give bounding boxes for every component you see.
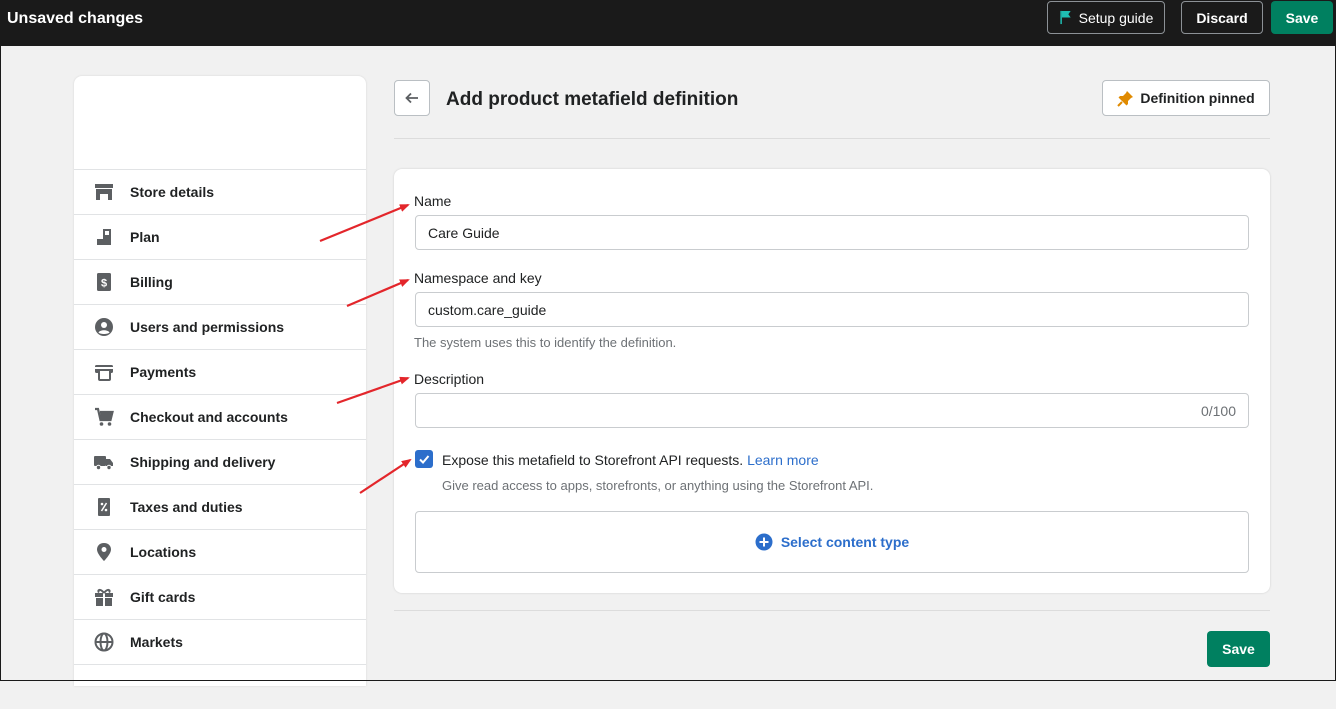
sidebar-item-store-details[interactable]: Store details xyxy=(74,169,366,214)
expose-storefront-checkbox[interactable] xyxy=(415,450,433,468)
sidebar-item-markets[interactable]: Markets xyxy=(74,619,366,664)
description-input[interactable]: 0/100 xyxy=(415,393,1249,428)
name-label: Name xyxy=(414,193,452,209)
discard-button[interactable]: Discard xyxy=(1181,1,1263,34)
sidebar-item-label: Users and permissions xyxy=(130,319,285,335)
name-input[interactable]: Care Guide xyxy=(415,215,1249,250)
billing-icon: $ xyxy=(97,273,111,291)
top-bar: Unsaved changes Setup guide Discard Save xyxy=(0,0,1336,46)
arrow-left-icon xyxy=(405,92,418,104)
plus-circle-icon xyxy=(755,533,773,551)
sidebar-item-plan[interactable]: Plan xyxy=(74,214,366,259)
unsaved-changes-title: Unsaved changes xyxy=(7,10,144,27)
namespace-key-input[interactable]: custom.care_guide xyxy=(415,292,1249,327)
checkmark-icon xyxy=(419,455,430,464)
plan-icon xyxy=(97,229,111,245)
gift-icon xyxy=(95,588,113,606)
user-icon xyxy=(95,318,113,336)
definition-pinned-button[interactable]: Definition pinned xyxy=(1102,80,1270,116)
store-icon xyxy=(95,184,113,200)
location-icon xyxy=(97,543,111,561)
namespace-label: Namespace and key xyxy=(414,270,542,286)
sidebar-item-label: Billing xyxy=(130,274,173,290)
save-button-bottom[interactable]: Save xyxy=(1207,631,1270,667)
definition-pinned-label: Definition pinned xyxy=(1140,90,1255,106)
flag-icon xyxy=(1060,10,1071,25)
description-counter: 0/100 xyxy=(1200,402,1236,419)
learn-more-link[interactable]: Learn more xyxy=(747,452,819,468)
svg-text:$: $ xyxy=(101,278,107,290)
namespace-input-value: custom.care_guide xyxy=(428,301,547,318)
expose-storefront-text: Expose this metafield to Storefront API … xyxy=(442,452,819,468)
tax-icon xyxy=(98,498,110,516)
select-content-type-button[interactable]: Select content type xyxy=(415,511,1249,573)
save-button-top[interactable]: Save xyxy=(1271,1,1333,34)
payments-icon xyxy=(95,365,113,381)
sidebar-item-billing[interactable]: $ Billing xyxy=(74,259,366,304)
globe-icon xyxy=(94,632,114,652)
sidebar-item-locations[interactable]: Locations xyxy=(74,529,366,574)
page-title: Add product metafield definition xyxy=(446,89,739,110)
sidebar-item-label: Store details xyxy=(130,184,215,200)
sidebar-item-label: Markets xyxy=(130,634,183,650)
setup-guide-button[interactable]: Setup guide xyxy=(1047,1,1165,34)
expose-storefront-help: Give read access to apps, storefronts, o… xyxy=(442,478,874,493)
truck-icon xyxy=(94,456,113,471)
pin-icon xyxy=(1117,90,1134,107)
sidebar-item-label: Checkout and accounts xyxy=(130,409,288,425)
sidebar-item-label: Gift cards xyxy=(130,589,196,605)
footer-divider xyxy=(394,610,1270,611)
select-content-type-label: Select content type xyxy=(780,534,910,550)
name-input-value: Care Guide xyxy=(428,224,500,241)
description-label: Description xyxy=(414,371,485,387)
page-header: Add product metafield definition Definit… xyxy=(394,76,1270,139)
sidebar-item-label: Locations xyxy=(130,544,197,560)
sidebar-item-users[interactable]: Users and permissions xyxy=(74,304,366,349)
sidebar-item-shipping[interactable]: Shipping and delivery xyxy=(74,439,366,484)
sidebar-item-payments[interactable]: Payments xyxy=(74,349,366,394)
sidebar-item-label: Taxes and duties xyxy=(130,499,243,515)
sidebar-item-label: Payments xyxy=(130,364,197,380)
sidebar-item-label: Shipping and delivery xyxy=(130,454,276,470)
sidebar-item-label: Plan xyxy=(130,229,160,245)
setup-guide-label: Setup guide xyxy=(1078,9,1154,26)
sidebar-item-gift-cards[interactable]: Gift cards xyxy=(74,574,366,619)
sidebar-item-checkout[interactable]: Checkout and accounts xyxy=(74,394,366,439)
settings-nav-list: Store details Plan $ Billing Users and p… xyxy=(74,169,366,709)
namespace-help-text: The system uses this to identify the def… xyxy=(414,335,677,350)
sidebar-item-taxes[interactable]: Taxes and duties xyxy=(74,484,366,529)
back-button[interactable] xyxy=(394,80,430,116)
settings-sidebar: Store details Plan $ Billing Users and p… xyxy=(74,76,366,686)
cart-icon xyxy=(95,407,114,426)
metafield-form-card: Name Care Guide Namespace and key custom… xyxy=(394,169,1270,593)
sidebar-item-divider xyxy=(74,664,366,709)
expose-storefront-label: Expose this metafield to Storefront API … xyxy=(442,452,744,468)
